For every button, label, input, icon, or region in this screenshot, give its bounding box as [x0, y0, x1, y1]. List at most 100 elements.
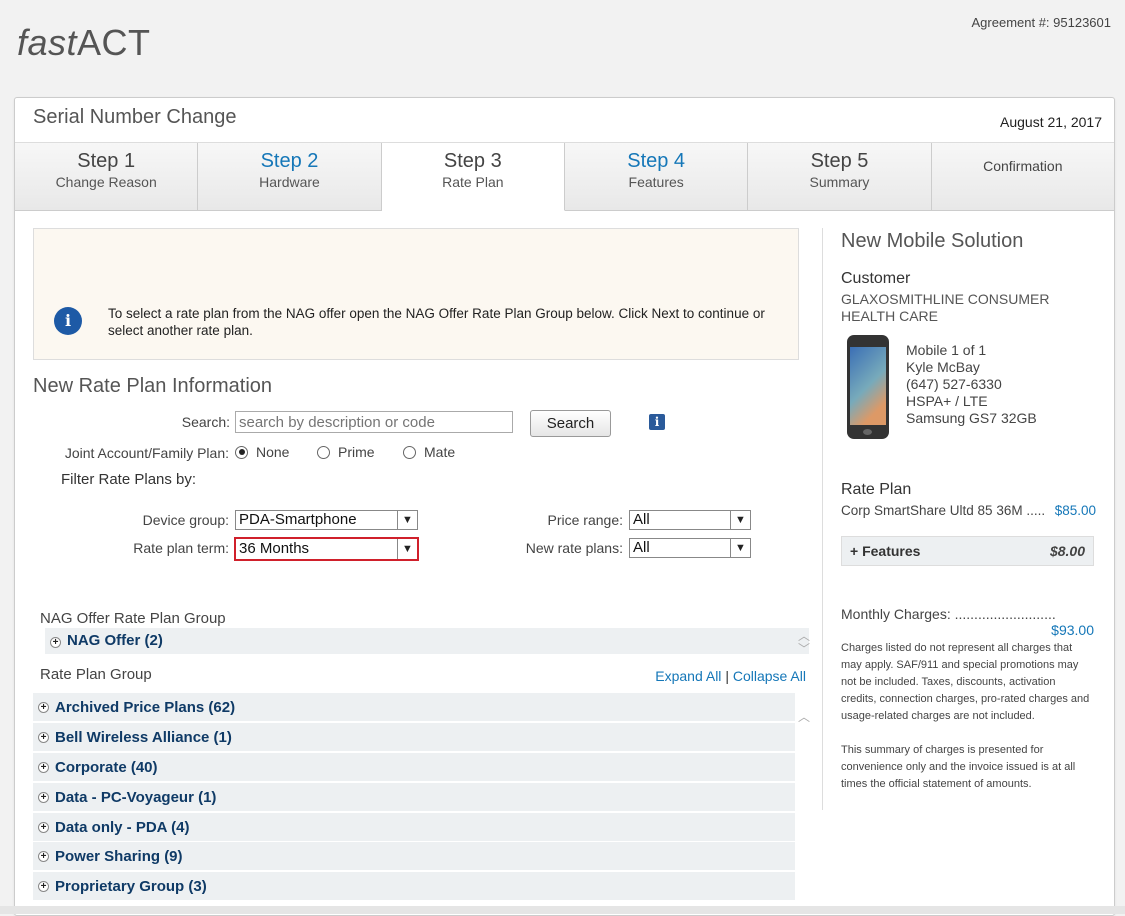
step-1-label: Change Reason [55, 174, 157, 190]
rate-plan-term-label: Rate plan term: [133, 540, 229, 556]
rate-group-label: Proprietary Group (3) [55, 878, 207, 895]
rate-group-label: Archived Price Plans (62) [55, 699, 236, 716]
chevron-down-icon: ▼ [730, 511, 750, 529]
features-label: Features [862, 543, 921, 559]
new-rate-plans-label: New rate plans: [525, 540, 623, 556]
rate-plan-heading: Rate Plan [841, 481, 912, 498]
step-1-number: Step 1 [77, 150, 136, 172]
agreement-number: Agreement #: 95123601 [971, 15, 1112, 30]
step-4-number: Step 4 [627, 150, 686, 172]
nag-offer-row[interactable]: + NAG Offer (2) [45, 628, 809, 654]
network-type: HSPA+ / LTE [906, 393, 988, 409]
rate-plan-info-title: New Rate Plan Information [33, 375, 273, 397]
device-group-select[interactable]: PDA-Smartphone ▼ [235, 510, 418, 530]
step-2-tab[interactable]: Step 2 Hardware [198, 143, 382, 211]
rate-group-label: Power Sharing (9) [55, 848, 183, 865]
device-model: Samsung GS7 32GB [906, 410, 1037, 426]
radio-none-circle[interactable] [235, 445, 248, 459]
step-3-tab[interactable]: Step 3 Rate Plan [381, 143, 565, 211]
disclaimer-1: Charges listed do not represent all char… [841, 642, 1090, 722]
new-rate-plans-select[interactable]: All ▼ [629, 538, 751, 558]
step-3-label: Rate Plan [442, 174, 504, 190]
nag-offer-group-title: NAG Offer Rate Plan Group [40, 610, 226, 627]
radio-none-label: None [256, 444, 290, 460]
bottom-bar [0, 906, 1125, 914]
radio-none[interactable]: None [235, 444, 289, 460]
expand-plus-icon: + [38, 881, 49, 892]
joint-plan-label: Joint Account/Family Plan: [64, 445, 229, 461]
collapse-all-link[interactable]: Collapse All [733, 668, 806, 684]
price-range-select[interactable]: All ▼ [629, 510, 751, 530]
radio-mate-circle[interactable] [403, 445, 416, 459]
rate-group-label: Bell Wireless Alliance (1) [55, 729, 232, 746]
radio-prime-label: Prime [338, 444, 375, 460]
rate-plan-dots: ..... [1022, 503, 1046, 518]
radio-prime[interactable]: Prime [317, 444, 375, 460]
rate-group-row[interactable]: + Bell Wireless Alliance (1) [33, 723, 795, 752]
step-2-number: Step 2 [260, 150, 319, 172]
step-tabs: Step 1 Change Reason Step 2 Hardware Ste… [15, 142, 1114, 211]
main-panel: Serial Number Change August 21, 2017 Ste… [14, 97, 1115, 916]
rate-group-row[interactable]: + Proprietary Group (3) [33, 872, 795, 901]
mobile-solution-sidebar: New Mobile Solution Customer GLAXOSMITHL… [822, 228, 1103, 810]
search-button[interactable]: Search [530, 410, 611, 437]
phone-screen [850, 347, 886, 425]
logo-italic: fast [17, 22, 78, 63]
link-separator: | [725, 668, 729, 684]
phone-number: (647) 527-6330 [906, 376, 1002, 392]
monthly-label: Monthly Charges: [841, 606, 951, 622]
step-3-number: Step 3 [443, 150, 502, 172]
filter-title: Filter Rate Plans by: [61, 471, 197, 488]
search-help-icon[interactable]: i [649, 414, 665, 430]
confirmation-tab[interactable]: Confirmation [931, 143, 1114, 211]
rate-group-row[interactable]: + Data only - PDA (4) [33, 813, 795, 842]
expand-all-link[interactable]: Expand All [655, 668, 721, 684]
features-price: $8.00 [1049, 543, 1085, 559]
logo: fastACT [17, 22, 151, 64]
phone-image [847, 335, 889, 439]
confirmation-label: Confirmation [983, 158, 1063, 174]
search-input[interactable] [235, 411, 513, 433]
rate-group-row[interactable]: + Archived Price Plans (62) [33, 693, 795, 722]
new-rate-plans-value: All [633, 539, 650, 556]
expand-plus-icon: + [50, 637, 61, 648]
rate-plan-name: Corp SmartShare Ultd 85 36M [841, 503, 1023, 518]
expand-plus-icon: + [38, 702, 49, 713]
expand-plus-icon: + [850, 543, 863, 559]
search-label: Search: [181, 414, 230, 430]
logo-rest: ACT [77, 22, 151, 63]
device-group-label: Device group: [142, 512, 229, 528]
expand-plus-icon: + [38, 732, 49, 743]
rate-plan-line: Corp SmartShare Ultd 85 36M ..... $85.00 [841, 503, 1096, 518]
expand-plus-icon: + [38, 822, 49, 833]
rate-plan-term-select[interactable]: 36 Months ▼ [234, 537, 419, 561]
scroll-down-icon[interactable]: ﹀ [798, 640, 810, 657]
rate-group-row[interactable]: + Data - PC-Voyageur (1) [33, 783, 795, 812]
radio-mate[interactable]: Mate [403, 444, 455, 460]
chevron-down-icon: ▼ [397, 511, 417, 529]
step-2-label: Hardware [259, 174, 320, 190]
info-message-box: i To select a rate plan from the NAG off… [33, 228, 799, 360]
expand-plus-icon: + [38, 792, 49, 803]
radio-prime-circle[interactable] [317, 445, 330, 459]
rate-group-row[interactable]: + Corporate (40) [33, 753, 795, 782]
device-details: Mobile 1 of 1 Kyle McBay (647) 527-6330 … [906, 342, 1037, 427]
rate-group-label: Data - PC-Voyageur (1) [55, 789, 217, 806]
radio-mate-label: Mate [424, 444, 456, 460]
info-message-text: To select a rate plan from the NAG offer… [108, 306, 765, 338]
scroll-up-icon[interactable]: ︿ [798, 708, 810, 725]
expand-collapse-links: Expand All | Collapse All [655, 668, 806, 684]
chevron-down-icon: ▼ [730, 539, 750, 557]
page-title: Serial Number Change [33, 106, 237, 128]
step-4-tab[interactable]: Step 4 Features [564, 143, 749, 211]
charges-disclaimer: Charges listed do not represent all char… [841, 640, 1091, 793]
rate-plan-price: $85.00 [1054, 503, 1096, 518]
phone-home-button [863, 429, 872, 435]
step-5-tab[interactable]: Step 5 Summary [748, 143, 932, 211]
expand-plus-icon: + [38, 762, 49, 773]
rate-group-row[interactable]: + Power Sharing (9) [33, 842, 795, 871]
features-toggle[interactable]: + Features $8.00 [841, 536, 1094, 566]
step-1-tab[interactable]: Step 1 Change Reason [15, 143, 199, 211]
rate-plan-term-value: 36 Months [239, 540, 310, 557]
expand-plus-icon: + [38, 851, 49, 862]
